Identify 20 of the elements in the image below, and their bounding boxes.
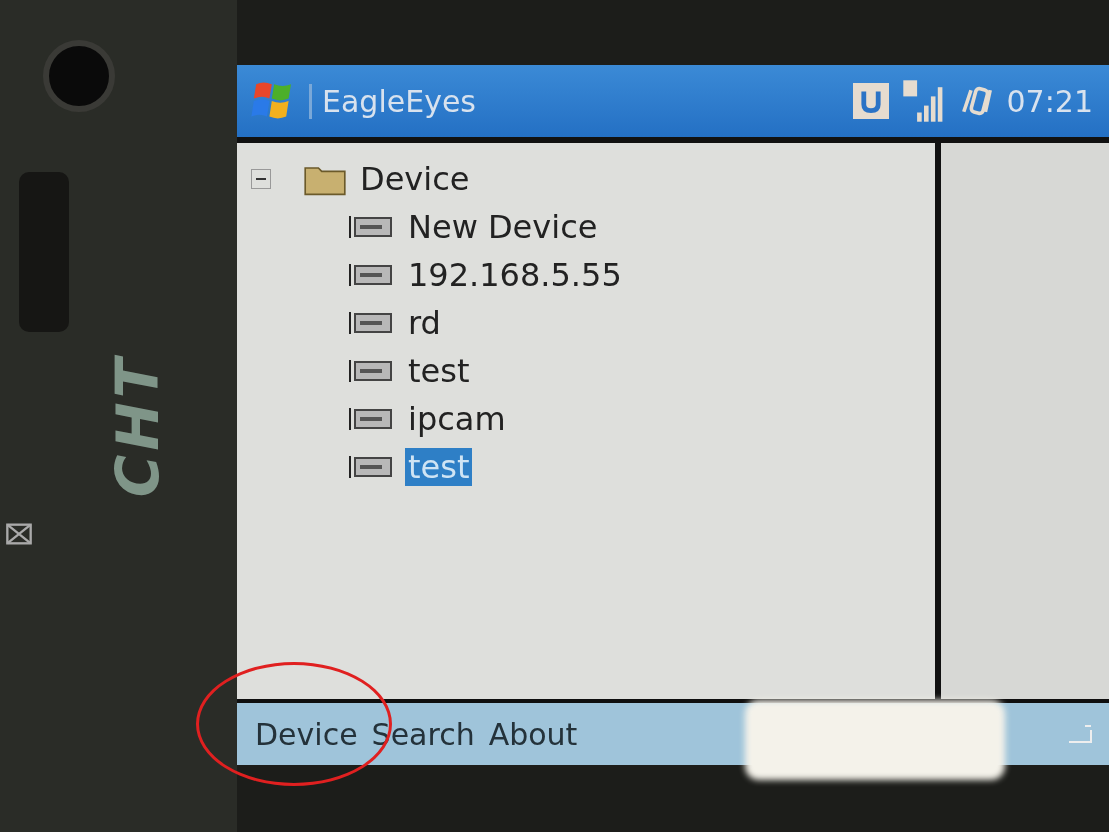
tree-item[interactable]: test	[405, 352, 473, 390]
menu-item[interactable]: About	[488, 716, 578, 752]
tree-item[interactable]: 192.168.5.55	[405, 256, 625, 294]
window-title: EagleEyes	[309, 83, 476, 119]
envelope-icon	[3, 520, 34, 548]
menu-item[interactable]: Device	[255, 716, 358, 752]
tree-item[interactable]: Device	[357, 160, 473, 198]
tree-item[interactable]: New Device	[405, 208, 601, 246]
device-icon	[347, 454, 395, 480]
device-icon	[347, 406, 395, 432]
tree-item[interactable]: rd	[405, 304, 444, 342]
device-icon	[347, 214, 395, 240]
tree-item[interactable]: ipcam	[405, 400, 509, 438]
collapse-toggle[interactable]	[251, 169, 271, 189]
brand-label: CHT	[104, 354, 173, 498]
device-icon	[347, 358, 395, 384]
u-letter-icon[interactable]	[852, 83, 889, 119]
device-icon	[347, 310, 395, 336]
clock-time: 07:21	[1006, 83, 1093, 119]
device-icon	[347, 262, 395, 288]
